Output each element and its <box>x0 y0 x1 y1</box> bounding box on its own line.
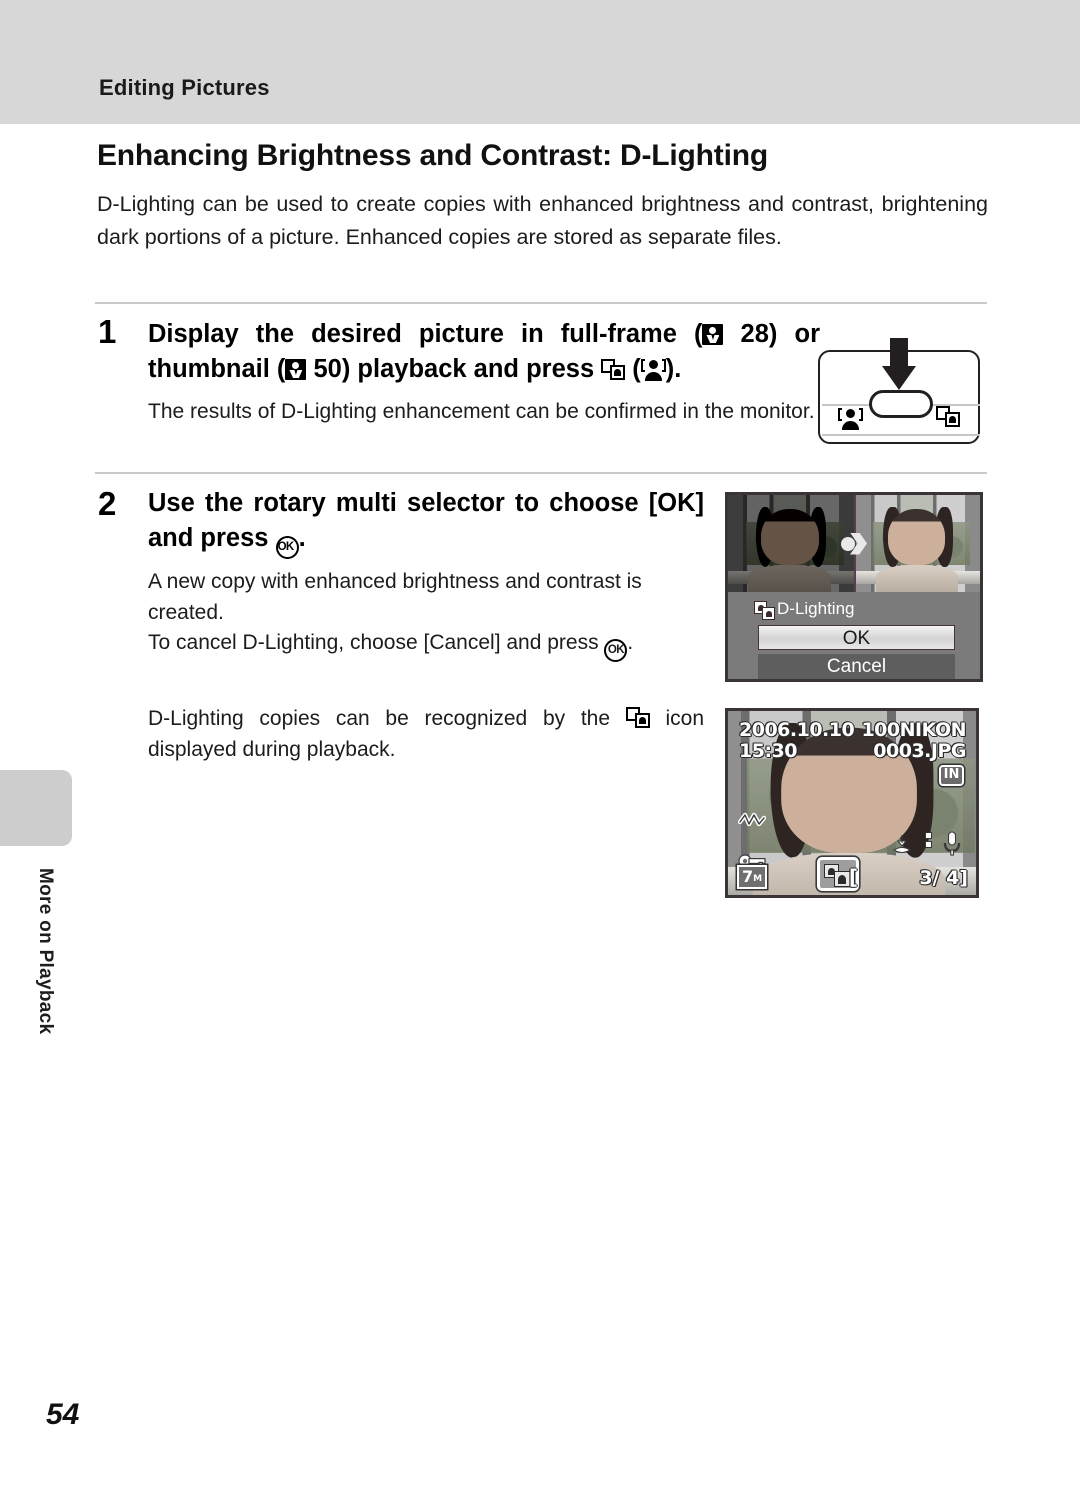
after-thumbnail <box>854 495 980 592</box>
manual-page: Editing Pictures Enhancing Brightness an… <box>0 0 1080 1486</box>
see-page-reference-icon <box>702 324 724 345</box>
step-2-body-1: A new copy with enhanced brightness and … <box>148 570 642 624</box>
section-title: Editing Pictures <box>99 75 270 100</box>
step-1-text-c: 50) playback and press <box>306 355 602 383</box>
ok-button-icon: OK <box>604 639 628 662</box>
osd-frame-counter-bracket: [ <box>848 865 858 889</box>
ok-button-icon: OK <box>275 536 299 559</box>
step-1-text-d: ( <box>625 355 641 383</box>
page-title: Enhancing Brightness and Contrast: D-Lig… <box>97 139 768 172</box>
step-2-title: Use the rotary multi selector to choose … <box>148 486 704 559</box>
intro-paragraph: D-Lighting can be used to create copies … <box>97 192 988 249</box>
step-2-body-2-text-b: . <box>627 631 634 654</box>
rotary-multi-selector-button <box>869 390 933 418</box>
portrait-face-icon <box>838 408 863 430</box>
separator-dots-icon <box>926 833 931 851</box>
internal-memory-badge: IN <box>939 765 964 786</box>
d-lighting-icon <box>754 601 776 620</box>
step-2-body-2-text-a: To cancel D-Lighting, choose [Cancel] an… <box>148 631 605 654</box>
osd-time: 15:30 <box>739 740 797 762</box>
portrait-face-icon <box>640 359 666 381</box>
chapter-tab-label: More on Playback <box>35 868 56 1035</box>
header-band <box>0 0 1080 124</box>
before-thumbnail <box>728 495 854 592</box>
dialog-title: D-Lighting <box>777 599 855 618</box>
step-2-body-2: To cancel D-Lighting, choose [Cancel] an… <box>148 627 708 662</box>
osd-folder-name: 100NIKON <box>861 719 966 741</box>
image-size-value: 7 <box>741 867 754 886</box>
download-transfer-icon <box>890 833 914 857</box>
divider-rule-2 <box>95 472 987 474</box>
osd-frame-counter: 3/ 4] <box>919 867 968 889</box>
page-number: 54 <box>46 1398 80 1431</box>
step-2-text-b: . <box>298 524 306 552</box>
d-lighting-icon <box>625 707 650 728</box>
d-lighting-screen: D-Lighting OK Cancel <box>725 492 983 682</box>
dialog-ok-button[interactable]: OK <box>758 625 955 650</box>
camera-back-diagram <box>818 338 980 444</box>
playback-screen: 2006.10.10 15:30 100NIKON 0003.JPG IN 7M <box>725 708 979 898</box>
step-2-body-3-text-a: D-Lighting copies can be recognized by t… <box>148 707 626 730</box>
step-1-body: The results of D-Lighting enhancement ca… <box>148 400 815 423</box>
step-1-text-a: Display the desired picture in full-fram… <box>148 320 703 348</box>
step-2-text-a: Use the rotary multi selector to choose … <box>148 489 704 552</box>
step-1-title: Display the desired picture in full-fram… <box>148 317 820 387</box>
step-2-number: 2 <box>98 485 117 522</box>
d-lighting-dialog: D-Lighting OK Cancel <box>728 592 980 679</box>
divider-rule-1 <box>95 302 987 304</box>
image-size-badge: 7M <box>737 865 767 889</box>
osd-file-name: 0003.JPG <box>873 740 966 762</box>
step-1-number: 1 <box>98 313 117 350</box>
d-lighting-icon <box>601 359 626 380</box>
chapter-tab-marker <box>0 770 72 846</box>
step-1-text-e: ). <box>665 355 682 383</box>
vibration-reduction-icon <box>738 812 766 828</box>
osd-date: 2006.10.10 <box>739 719 855 741</box>
see-page-reference-icon <box>285 359 307 380</box>
d-lighting-icon <box>936 406 960 427</box>
dialog-cancel-button[interactable]: Cancel <box>758 654 955 679</box>
before-after-comparison <box>728 495 980 592</box>
image-size-unit: M <box>753 874 763 884</box>
press-arrow-icon <box>882 338 916 390</box>
transform-arrow-icon <box>841 532 867 555</box>
step-2-body-3: D-Lighting copies can be recognized by t… <box>148 703 704 765</box>
voice-memo-icon <box>942 831 962 857</box>
camera-seam-line <box>822 434 980 436</box>
